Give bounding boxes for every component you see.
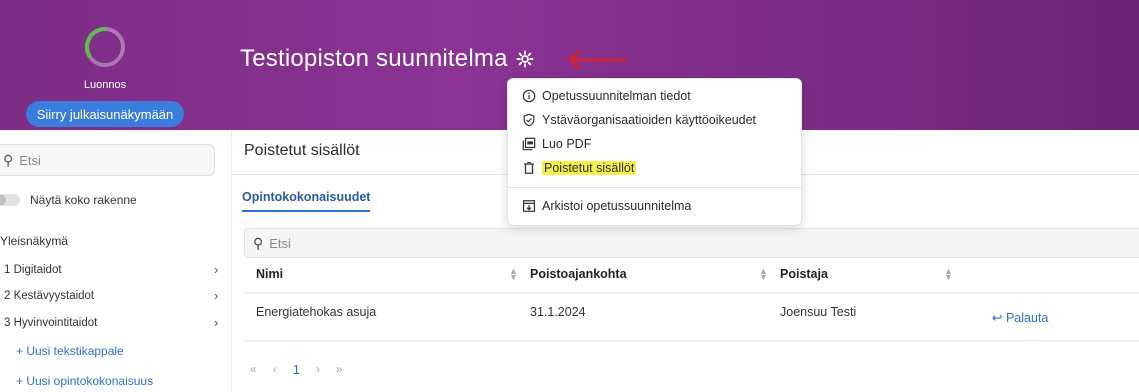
annotation-arrow-icon [568,50,626,70]
sidebar-item-label: 3 Hyvinvointitaidot [4,317,98,329]
archive-icon [522,200,536,212]
menu-item-label: Opetussuunnitelman tiedot [542,89,691,103]
info-icon [522,89,536,103]
restore-label: Palauta [1005,311,1049,325]
show-structure-toggle-row[interactable]: Näytä koko rakenne [0,193,137,207]
current-page[interactable]: 1 [293,362,300,377]
column-header-name[interactable]: Nimi [256,267,283,281]
table-search-input[interactable]: ⚲ Etsi [244,228,1139,258]
sidebar-search-input[interactable]: ⚲ Etsi [0,144,215,176]
column-header-date[interactable]: Poistoajankohta [530,267,627,281]
last-page-button[interactable]: » [336,362,343,377]
menu-item-partner-permissions[interactable]: Ystäväorganisaatioiden käyttöoikeudet [522,113,756,127]
table-divider [244,340,1139,341]
tab-opintokokonaisuudet[interactable]: Opintokokonaisuudet [242,190,371,212]
table-divider [244,292,1139,293]
menu-item-label: Arkistoi opetussuunnitelma [542,199,692,213]
pdf-icon [522,137,536,151]
menu-item-label: Luo PDF [542,137,592,151]
first-page-button[interactable]: « [250,362,257,377]
menu-item-archive-plan[interactable]: Arkistoi opetussuunnitelma [522,199,691,213]
sort-icon[interactable]: ▲ ▼ [509,267,518,282]
menu-divider [508,187,803,188]
sidebar-search-placeholder: Etsi [19,152,41,168]
prev-page-button[interactable]: ‹ [273,362,277,377]
column-header-deleter[interactable]: Poistaja [780,267,828,281]
show-structure-label: Näytä koko rakenne [30,193,137,207]
chevron-right-icon[interactable]: › [214,288,218,303]
pagination: « ‹ 1 › » [250,362,343,377]
publish-view-button[interactable]: Siirry julkaisunäkymään [26,101,184,127]
sidebar-item-digitaidot[interactable]: 1 Digitaidot › [0,262,222,282]
add-text-paragraph-link[interactable]: + Uusi tekstikappale [16,344,124,358]
table-cell-deleter: Joensuu Testi [780,305,857,319]
chevron-right-icon[interactable]: › [214,315,218,330]
status-ring-icon [85,27,125,67]
settings-dropdown-menu: Opetussuunnitelman tiedot Ystäväorganisa… [507,78,803,226]
structure-toggle[interactable] [0,194,20,206]
page-title: Testiopiston suunnitelma [240,45,508,72]
next-page-button[interactable]: › [316,362,320,377]
sidebar-item-hyvinvointitaidot[interactable]: 3 Hyvinvointitaidot › [0,315,222,335]
gear-icon[interactable] [516,50,534,68]
status-label: Luonnos [83,79,127,91]
sidebar-item-kestavyystaidot[interactable]: 2 Kestävyystaidot › [0,288,222,308]
chevron-right-icon[interactable]: › [214,262,218,277]
section-title: Poistetut sisällöt [244,142,360,159]
trash-icon [524,161,534,174]
menu-item-label: Poistetut sisällöt [542,161,637,175]
sidebar-item-label: 1 Digitaidot [4,264,62,276]
menu-item-create-pdf[interactable]: Luo PDF [522,137,591,151]
sidebar-item-overview[interactable]: Yleisnäkymä [0,234,68,248]
sidebar-item-label: 2 Kestävyystaidot [4,290,95,302]
menu-item-deleted-content[interactable]: Poistetut sisällöt [522,161,637,175]
search-icon: ⚲ [3,151,14,168]
search-icon: ⚲ [253,234,264,251]
menu-item-plan-info[interactable]: Opetussuunnitelman tiedot [522,89,691,103]
table-cell-date: 31.1.2024 [530,305,586,319]
add-study-unit-link[interactable]: + Uusi opintokokonaisuus [16,374,153,388]
sort-icon[interactable]: ▲ ▼ [759,267,768,282]
shield-check-icon [523,113,535,127]
table-cell-name: Energiatehokas asuja [256,305,377,319]
undo-arrow-icon: ↩ [992,311,1003,325]
sidebar: ⚲ Etsi Näytä koko rakenne Yleisnäkymä 1 … [0,130,232,392]
sort-icon[interactable]: ▲ ▼ [944,267,953,282]
restore-button[interactable]: ↩ Palauta [992,310,1048,325]
table-search-placeholder: Etsi [269,235,291,251]
menu-item-label: Ystäväorganisaatioiden käyttöoikeudet [542,113,757,127]
